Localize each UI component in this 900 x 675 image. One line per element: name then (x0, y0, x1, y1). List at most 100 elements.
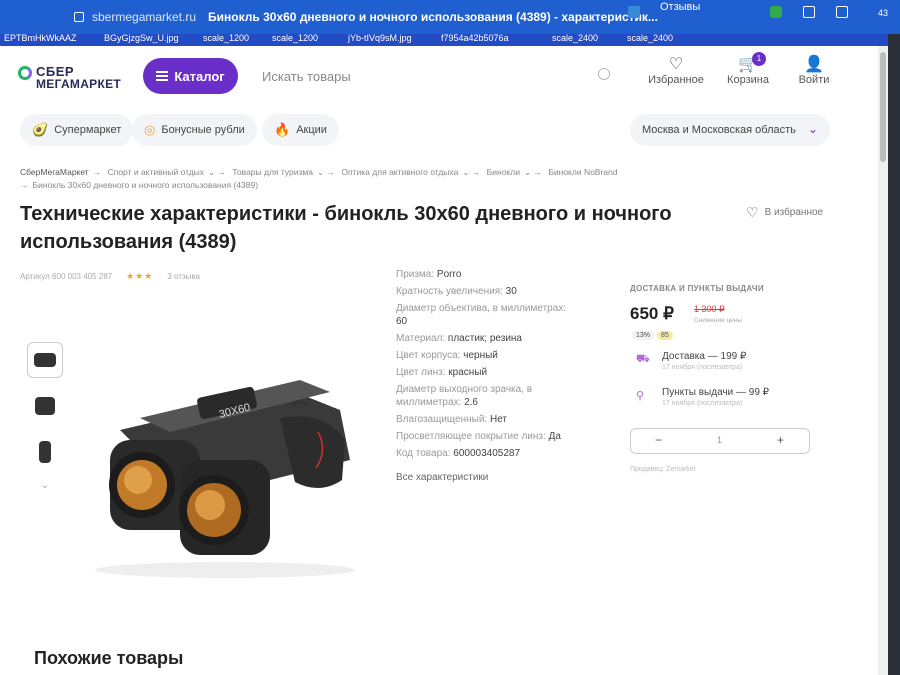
user-icon: 👤 (804, 56, 824, 73)
thumbnail[interactable] (27, 342, 63, 378)
site-logo[interactable]: СБЕР МЕГАМАРКЕТ (18, 64, 138, 94)
cart-label: Корзина (727, 74, 769, 86)
catalog-button[interactable]: Каталог (143, 58, 238, 94)
bookmark-item[interactable]: BGyGjzgSw_U.jpg (104, 33, 179, 43)
extension-icon[interactable] (628, 6, 640, 18)
product-photo[interactable]: 30X60 (80, 370, 370, 580)
search-input[interactable]: Искать товары (252, 58, 622, 94)
spec-row: Влагозащищенный: Нет (396, 414, 507, 425)
spec-row: Диаметр выходного зрачка, в миллиметрах:… (396, 384, 533, 408)
spec-row: Материал: пластик; резина (396, 333, 522, 344)
delivery-heading: ДОСТАВКА И ПУНКТЫ ВЫДАЧИ (630, 284, 764, 293)
buy-box: ДОСТАВКА И ПУНКТЫ ВЫДАЧИ 650 ₽ 1 300 ₽ С… (630, 284, 830, 473)
menu-icon (156, 71, 169, 81)
spec-row: Код товара: 600003405287 (396, 448, 521, 459)
favorites-button[interactable]: ♡ Избранное (646, 54, 706, 86)
nav-chip-sales[interactable]: 🔥 Акции (262, 114, 339, 146)
binoculars-thumb-image (39, 441, 51, 463)
spec-list: Призма: Porro Кратность увеличения: 30 Д… (396, 268, 596, 464)
tab-title[interactable]: Бинокль 30х60 дневного и ночного использ… (208, 10, 658, 24)
all-specs-link[interactable]: Все характеристики (396, 472, 488, 483)
spec-row: Просветляющее покрытие линз: Да (396, 431, 561, 442)
bookmark-item[interactable]: scale_2400 (627, 33, 673, 43)
lock-icon (74, 12, 84, 22)
site-header: СБЕР МЕГАМАРКЕТ Каталог Искать товары ♡ … (0, 46, 880, 104)
bookmark-item[interactable]: f7954a42b5076a (441, 33, 509, 43)
product-meta: Артикул 600 003 405 287 ★★★ 3 отзыва (20, 271, 200, 282)
bookmark-item[interactable]: EPTBmHkWkAAZ (4, 33, 77, 43)
clock: 43 (877, 8, 888, 18)
spec-row: Цвет линз: красный (396, 367, 488, 378)
screen-edge (888, 34, 900, 675)
login-button[interactable]: 👤 Войти (796, 54, 832, 86)
reviews-extension[interactable]: Отзывы (660, 1, 700, 13)
pickup-date: 17 ноября (послезавтра) (662, 400, 743, 407)
old-price: 1 300 ₽ (694, 304, 725, 314)
cart-count-badge: 1 (752, 52, 766, 66)
quantity-stepper: − 1 + (630, 428, 810, 454)
scrollbar-thumb[interactable] (880, 52, 886, 162)
bookmark-item[interactable]: scale_1200 (272, 33, 318, 43)
thumbnail[interactable] (27, 434, 63, 470)
chip-label: Бонусные рубли (161, 124, 245, 136)
quantity-value[interactable]: 1 (717, 435, 722, 445)
chevron-down-icon: ⌄ (807, 122, 818, 136)
search-icon[interactable] (598, 68, 610, 80)
heart-icon: ♡ (668, 56, 684, 73)
article-number: Артикул 600 003 405 287 (20, 272, 113, 281)
delivery-label: Доставка — 199 ₽ (662, 351, 747, 362)
page-title: Технические характеристики - бинокль 30х… (20, 203, 672, 253)
breadcrumb-link[interactable]: Бинокли (487, 167, 520, 177)
binoculars-thumb-image (34, 353, 56, 367)
spec-row: Призма: Porro (396, 269, 462, 280)
search-placeholder: Искать товары (262, 68, 351, 84)
extension-icon[interactable] (770, 6, 782, 18)
pickup-option[interactable]: ⚲ Пункты выдачи — 99 ₽ 17 ноября (послез… (630, 387, 830, 413)
seller-info[interactable]: Продавец: Zemarket (630, 466, 696, 473)
window-icon[interactable] (803, 6, 815, 18)
favorites-link-label: В избранное (764, 207, 824, 218)
breadcrumb-link[interactable]: Товары для туризма (232, 167, 313, 177)
binoculars-thumb-image (35, 397, 55, 415)
price-drop-note: Снижение цены (694, 317, 743, 324)
chip-label: Супермаркет (54, 124, 122, 136)
window-icon[interactable] (836, 6, 848, 18)
address-bar[interactable]: sbermegamarket.ru (92, 10, 196, 24)
bookmark-item[interactable]: scale_1200 (203, 33, 249, 43)
breadcrumb-link[interactable]: СберМегаМаркет (20, 167, 89, 177)
reviews-link[interactable]: 3 отзыва (167, 272, 200, 281)
thumbnail-list: ⌄ (27, 342, 63, 491)
spec-row: Диаметр объектива, в миллиметрах: 60 (396, 303, 567, 327)
similar-products-heading: Похожие товары (34, 648, 184, 668)
logo-text: МЕГАМАРКЕТ (36, 77, 122, 91)
cart-button[interactable]: 🛒 1 Корзина (724, 52, 772, 86)
browser-titlebar: sbermegamarket.ru Бинокль 30х60 дневного… (0, 0, 900, 34)
page-scrollbar[interactable] (878, 46, 888, 675)
breadcrumb-link[interactable]: Спорт и активный отдых (108, 167, 204, 177)
bonus-badge: 85 (657, 331, 673, 340)
spec-row: Кратность увеличения: 30 (396, 286, 517, 297)
increase-quantity-button[interactable]: + (777, 433, 784, 447)
rating-stars[interactable]: ★★★ (126, 271, 153, 282)
breadcrumb-link[interactable]: Бинокли NoBrand (548, 167, 617, 177)
breadcrumb-link[interactable]: Оптика для активного отдыха (341, 167, 458, 177)
delivery-option[interactable]: ⛟ Доставка — 199 ₽ 17 ноября (послезавтр… (630, 351, 830, 377)
thumbnail[interactable] (27, 388, 63, 424)
avocado-icon: 🥑 (32, 122, 49, 137)
chevron-down-icon[interactable]: ⌄ (27, 480, 63, 491)
bookmark-item[interactable]: jYb-tIVq9sM.jpg (348, 33, 412, 43)
heart-icon: ♡ (746, 204, 759, 220)
decrease-quantity-button[interactable]: − (655, 433, 662, 447)
truck-icon: ⛟ (636, 353, 650, 365)
region-label: Москва и Московская область (642, 124, 796, 136)
nav-chip-bonus[interactable]: ◎ Бонусные рубли (132, 114, 257, 146)
bookmarks-bar: EPTBmHkWkAAZ BGyGjzgSw_U.jpg scale_1200 … (0, 33, 900, 46)
favorites-label: Избранное (648, 74, 704, 86)
fire-icon: 🔥 (274, 122, 291, 137)
logo-mark-icon (18, 66, 32, 80)
add-to-favorites-link[interactable]: ♡ В избранное (746, 204, 823, 221)
bookmark-item[interactable]: scale_2400 (552, 33, 598, 43)
region-selector[interactable]: Москва и Московская область ⌄ (630, 114, 830, 146)
nav-chip-supermarket[interactable]: 🥑 Супермаркет (20, 114, 134, 146)
catalog-label: Каталог (174, 68, 225, 84)
